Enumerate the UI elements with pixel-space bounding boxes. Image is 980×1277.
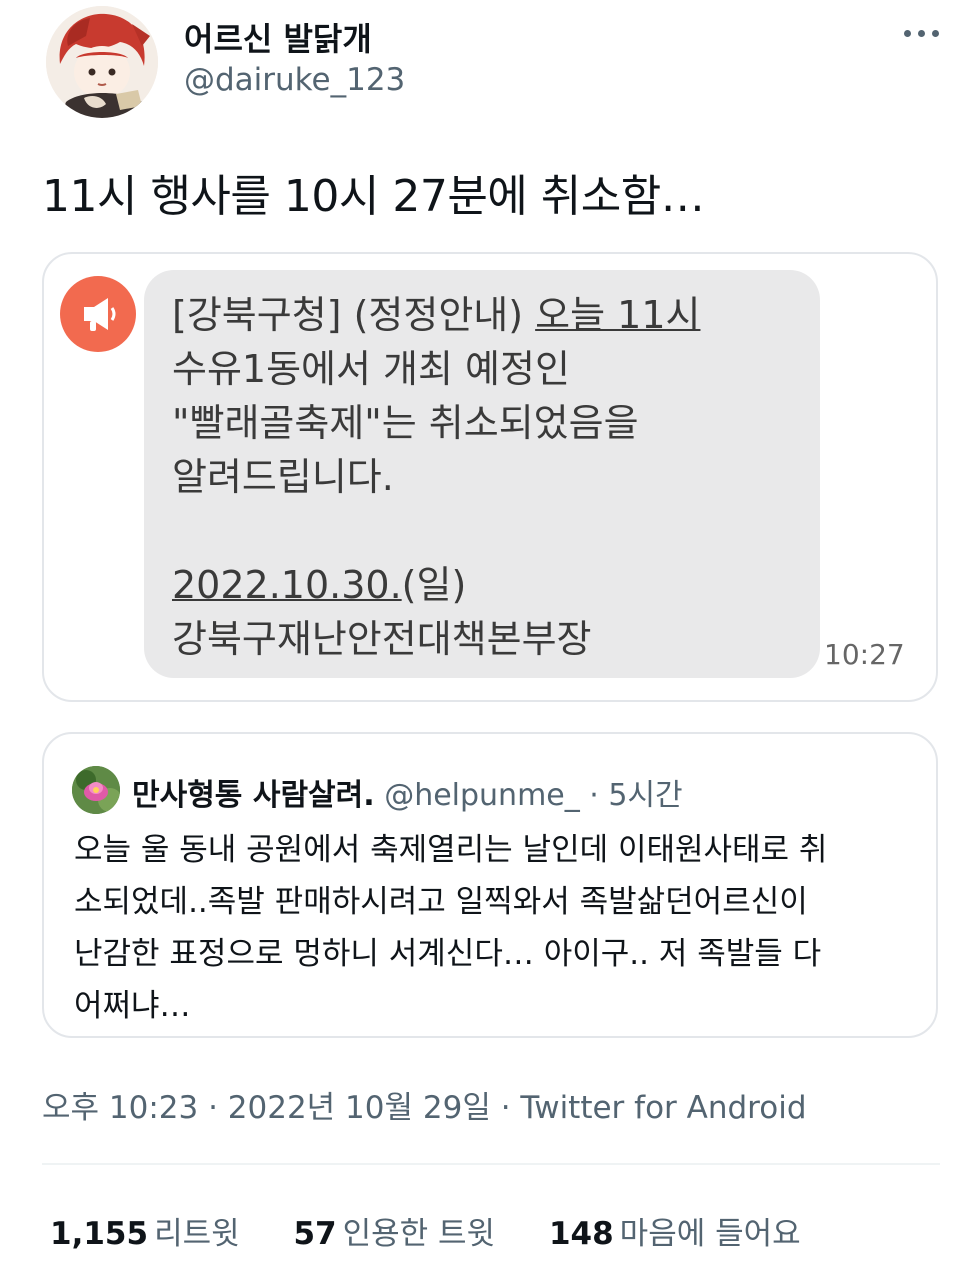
- tweet-meta[interactable]: 오후 10:23 · 2022년 10월 29일 · Twitter for A…: [42, 1082, 807, 1127]
- flower-icon: [72, 766, 120, 814]
- quoted-text: 오늘 울 동내 공원에서 축제열리는 날인데 이태원사태로 취 소되었데..족발…: [74, 824, 827, 1032]
- sms-date-weekday: (일): [401, 563, 467, 607]
- sms-line3: "빨래골축제"는 취소되었음을: [172, 401, 639, 445]
- more-options-icon[interactable]: [902, 18, 942, 48]
- tweet-stats: 1,155 리트윗 57 인용한 트윗 148 마음에 들어요: [50, 1208, 845, 1253]
- sms-bubble: [강북구청] (정정안내) 오늘 11시 수유1동에서 개최 예정인 "빨래골축…: [144, 270, 820, 678]
- sms-line2: 수유1동에서 개최 예정인: [172, 347, 570, 391]
- sms-line1-prefix: [강북구청] (정정안내): [172, 293, 536, 337]
- retweets-label: 리트윗: [154, 1216, 240, 1252]
- sms-line4: 알려드립니다.: [172, 455, 394, 499]
- display-name[interactable]: 어르신 발닭개: [184, 14, 372, 60]
- sms-time-link[interactable]: 오늘 11시: [535, 293, 700, 337]
- quoted-header: 만사형통 사람살려. @helpunme_ · 5시간: [132, 770, 683, 814]
- likes-count: 148: [548, 1216, 614, 1252]
- quoted-display-name[interactable]: 만사형통 사람살려.: [132, 778, 375, 813]
- retweets-count: 1,155: [50, 1216, 149, 1252]
- tweet-header: 어르신 발닭개 @dairuke_123: [42, 0, 942, 130]
- quoted-text-line: 소되었데..족발 판매하시려고 일찍와서 족발삶던어르신이: [74, 884, 808, 920]
- megaphone-icon: [60, 276, 136, 352]
- quotes-count: 57: [293, 1216, 337, 1252]
- sms-time: 10:27: [824, 638, 905, 671]
- divider: [42, 1163, 940, 1165]
- quoted-timestamp: · 5시간: [579, 778, 683, 813]
- attached-image-card[interactable]: [강북구청] (정정안내) 오늘 11시 수유1동에서 개최 예정인 "빨래골축…: [42, 252, 938, 702]
- retweets-stat[interactable]: 1,155 리트윗: [50, 1208, 240, 1253]
- quoted-text-line: 어쩌냐…: [74, 988, 191, 1024]
- user-handle[interactable]: @dairuke_123: [184, 62, 405, 98]
- quoted-tweet[interactable]: 만사형통 사람살려. @helpunme_ · 5시간 오늘 울 동내 공원에서…: [42, 732, 938, 1038]
- tweet-text: 11시 행사를 10시 27분에 취소함…: [42, 171, 705, 222]
- sms-text: [강북구청] (정정안내) 오늘 11시 수유1동에서 개최 예정인 "빨래골축…: [172, 288, 700, 666]
- quotes-stat[interactable]: 57 인용한 트윗: [293, 1208, 495, 1253]
- quotes-label: 인용한 트윗: [342, 1216, 496, 1252]
- sms-date-link[interactable]: 2022.10.30.: [172, 563, 402, 607]
- sms-line6: 강북구재난안전대책본부장: [172, 617, 592, 661]
- quoted-text-line: 난감한 표정으로 멍하니 서계신다… 아이구.. 저 족발들 다: [74, 936, 822, 972]
- avatar[interactable]: [46, 6, 158, 118]
- quoted-text-line: 오늘 울 동내 공원에서 축제열리는 날인데 이태원사태로 취: [74, 832, 828, 868]
- likes-stat[interactable]: 148 마음에 들어요: [549, 1208, 801, 1253]
- avatar-illustration-icon: [46, 6, 158, 118]
- likes-label: 마음에 들어요: [619, 1216, 801, 1252]
- quoted-avatar[interactable]: [72, 766, 120, 814]
- quoted-handle[interactable]: @helpunme_: [384, 778, 580, 813]
